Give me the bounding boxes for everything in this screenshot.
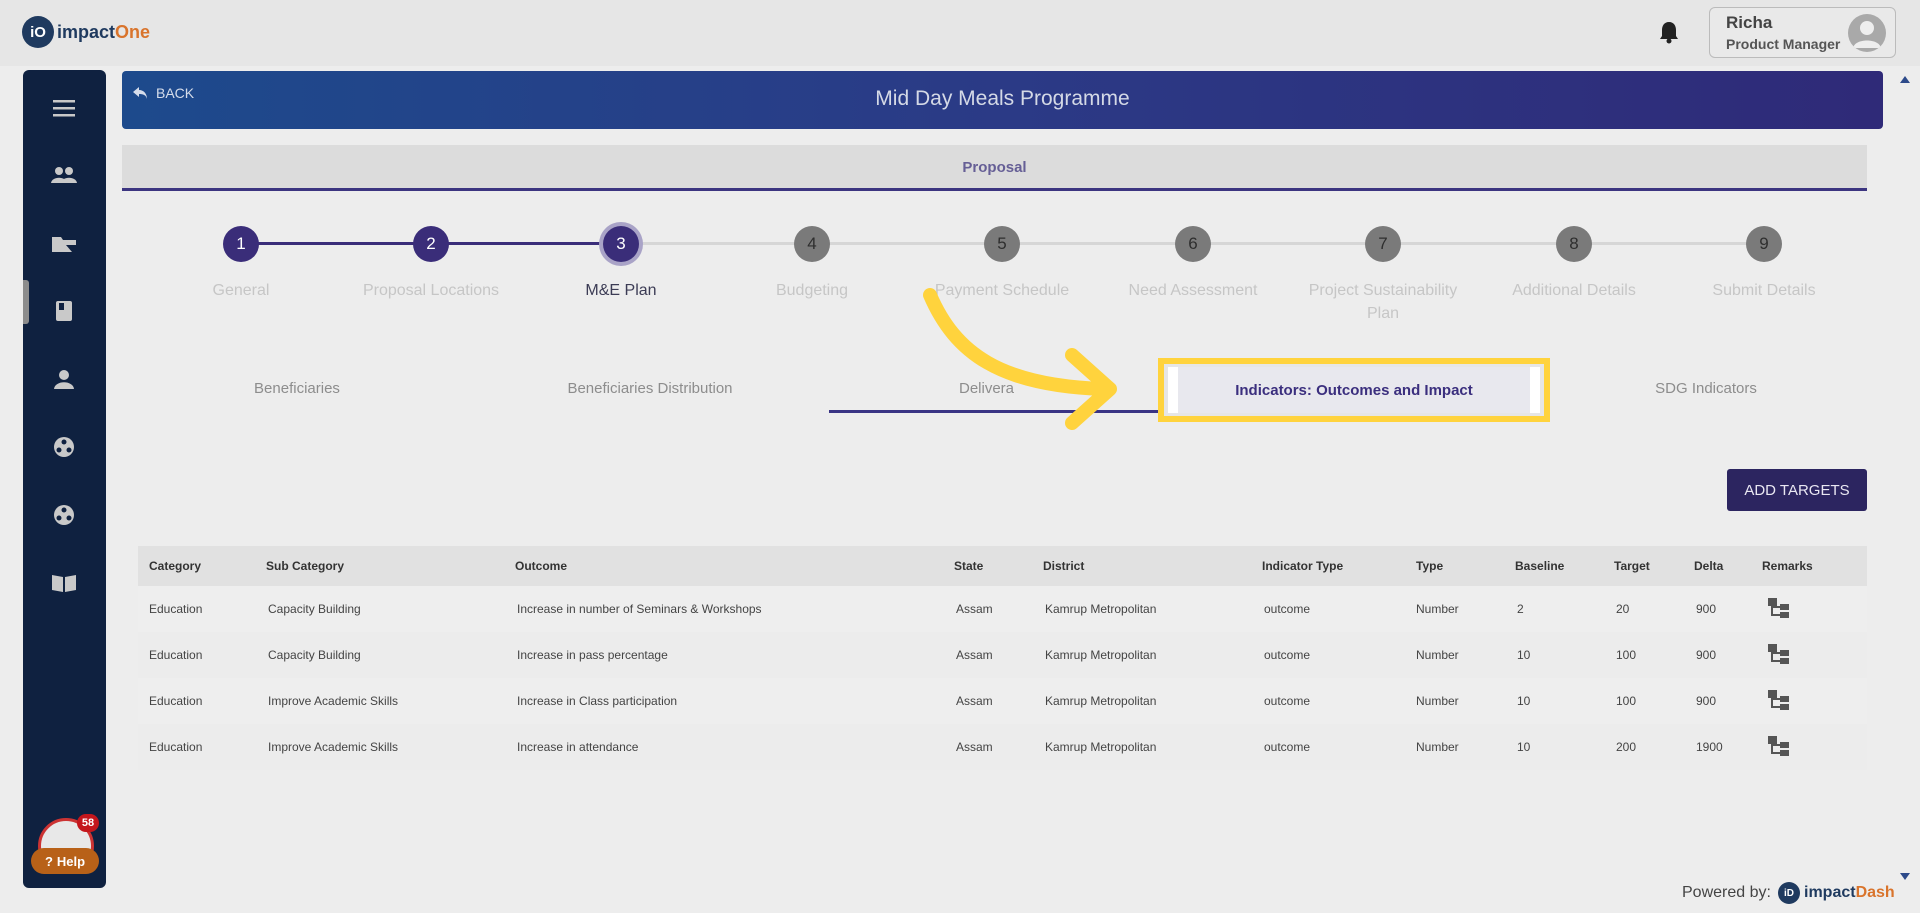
footer-logo[interactable]: iD impactDash [1778, 882, 1895, 904]
tab-beneficiaries[interactable]: Beneficiaries [197, 380, 397, 397]
user-name: Richa [1726, 13, 1773, 32]
remarks-icon[interactable] [1768, 644, 1790, 664]
person-icon[interactable] [49, 364, 79, 394]
open-book-icon[interactable] [49, 568, 79, 598]
powered-by-label: Powered by: [1682, 884, 1771, 901]
highlight-box: Indicators: Outcomes and Impact [1158, 358, 1550, 422]
menu-icon[interactable] [49, 93, 79, 123]
table-row[interactable]: Education Capacity Building Increase in … [138, 586, 1867, 632]
column-header: Outcome [515, 559, 568, 573]
notification-count-badge: 58 [77, 814, 99, 832]
column-header: District [1043, 559, 1085, 573]
sidebar-active-indicator [23, 280, 29, 324]
help-button[interactable]: ? Help [31, 848, 99, 874]
page-title: Mid Day Meals Programme [875, 87, 1130, 110]
table-row[interactable]: Education Capacity Building Increase in … [138, 632, 1867, 678]
sidebar: 58 ? Help [23, 70, 106, 888]
tab-proposal[interactable]: Proposal [122, 145, 1867, 191]
network-icon-2[interactable] [49, 500, 79, 530]
tab-indicators-outcomes-impact[interactable]: Indicators: Outcomes and Impact [1168, 367, 1540, 413]
app-logo[interactable]: iO impactOne [22, 16, 150, 48]
logo-text: impactOne [57, 21, 151, 42]
avatar [1848, 14, 1886, 52]
network-icon[interactable] [49, 432, 79, 462]
user-profile-card[interactable]: Richa Product Manager [1709, 7, 1896, 58]
top-bar: iO impactOne Richa Product Manager [0, 0, 1920, 66]
table-row[interactable]: Education Improve Academic Skills Increa… [138, 678, 1867, 724]
remarks-icon[interactable] [1768, 736, 1790, 756]
column-header: Target [1614, 559, 1650, 573]
column-header: Baseline [1515, 559, 1565, 573]
scroll-up-arrow-icon[interactable] [1900, 76, 1910, 83]
folder-icon[interactable] [49, 228, 79, 258]
column-header: State [954, 559, 984, 573]
targets-table: Category Sub Category Outcome State Dist… [138, 546, 1867, 770]
column-header: Sub Category [266, 559, 345, 573]
user-role: Product Manager [1726, 36, 1841, 52]
book-icon[interactable] [49, 296, 79, 326]
remarks-icon[interactable] [1768, 690, 1790, 710]
footer-logo-badge: iD [1778, 882, 1800, 904]
pointer-arrow-icon [923, 288, 1117, 430]
table-row[interactable]: Education Improve Academic Skills Increa… [138, 724, 1867, 770]
remarks-icon[interactable] [1768, 598, 1790, 618]
help-circle-icon: ? [44, 853, 53, 869]
column-header: Type [1416, 559, 1444, 573]
footer-logo-text: impactDash [1804, 884, 1895, 901]
add-targets-button[interactable]: ADD TARGETS [1727, 469, 1867, 511]
tab-sdg-indicators[interactable]: SDG Indicators [1606, 380, 1806, 397]
table-header: Category Sub Category Outcome State Dist… [138, 546, 1867, 586]
column-header: Delta [1694, 559, 1724, 573]
column-header: Indicator Type [1262, 559, 1344, 573]
logo-badge: iO [22, 16, 54, 48]
notification-bell-icon[interactable] [1658, 20, 1680, 44]
scroll-down-arrow-icon[interactable] [1900, 873, 1910, 880]
users-icon[interactable] [49, 160, 79, 190]
tab-beneficiaries-distribution[interactable]: Beneficiaries Distribution [530, 380, 770, 397]
column-header: Category [149, 559, 202, 573]
column-header: Remarks [1762, 559, 1813, 573]
page-header-banner: BACK Mid Day Meals Programme [122, 71, 1883, 129]
